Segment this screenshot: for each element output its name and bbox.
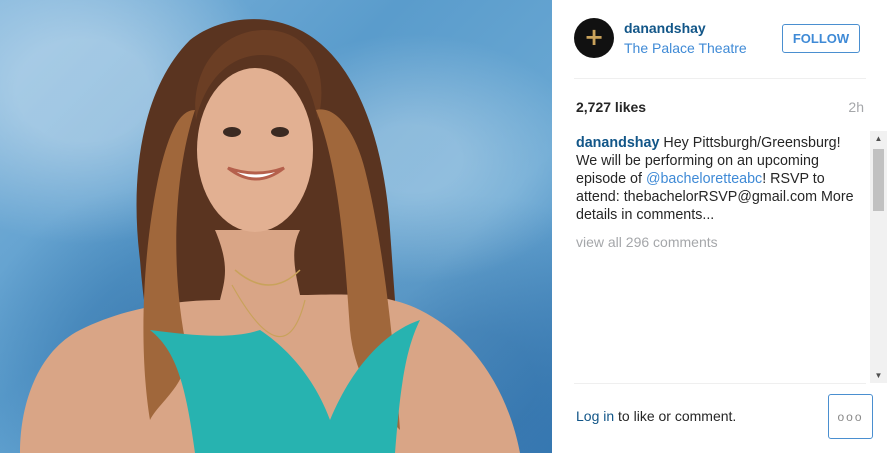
plus-icon: + [583,23,605,51]
location-link[interactable]: The Palace Theatre [624,40,747,56]
login-prompt: Log in to like or comment. [576,408,736,424]
username-link[interactable]: danandshay [624,20,706,36]
comments-scrollbar[interactable]: ▲ ▼ [870,131,887,383]
post-photo [0,0,552,453]
scroll-down-arrow-icon[interactable]: ▼ [870,368,887,383]
login-prompt-text: to like or comment. [614,408,737,424]
scroll-up-arrow-icon[interactable]: ▲ [870,131,887,146]
portrait-illustration [20,19,520,453]
post-time[interactable]: 2h [848,99,864,115]
avatar[interactable]: + [574,18,614,58]
view-all-comments-link[interactable]: view all 296 comments [576,234,718,250]
follow-button[interactable]: FOLLOW [782,24,860,53]
caption: danandshay Hey Pittsburgh/Greensburg! We… [576,134,860,224]
more-options-button[interactable]: ooo [828,394,873,439]
mention-link[interactable]: @bacheloretteabc [646,171,762,187]
post-side-panel: + danandshay The Palace Theatre FOLLOW 2… [552,0,888,453]
post-header: + danandshay The Palace Theatre FOLLOW [574,0,866,79]
like-count[interactable]: 2,727 likes [576,99,646,115]
caption-username-link[interactable]: danandshay [576,135,659,151]
footer-divider [574,383,866,384]
scrollbar-thumb[interactable] [873,149,884,211]
login-link[interactable]: Log in [576,408,614,424]
instagram-post-modal: + danandshay The Palace Theatre FOLLOW 2… [0,0,888,453]
